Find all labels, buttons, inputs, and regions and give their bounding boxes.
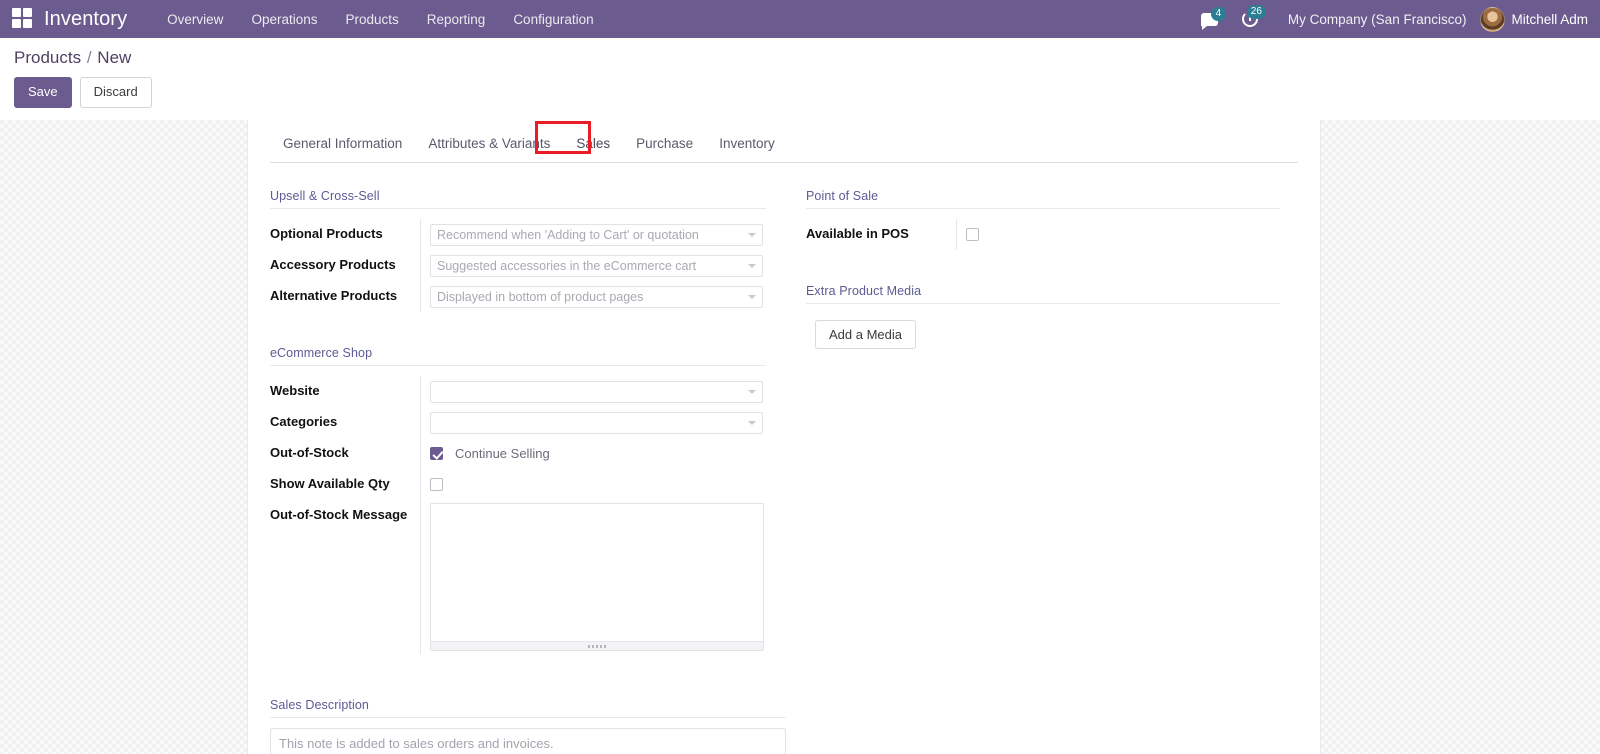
chevron-down-icon [748, 389, 756, 394]
field-show-available-qty: Show Available Qty [270, 469, 766, 500]
tab-inventory[interactable]: Inventory [706, 126, 788, 163]
website-select[interactable] [430, 380, 763, 403]
form-left-column: Upsell & Cross-Sell Optional Products Re… [270, 189, 784, 654]
navbar-right-tools: 4 26 My Company (San Francisco) Mitchell… [1189, 5, 1590, 32]
company-switcher[interactable]: My Company (San Francisco) [1270, 12, 1481, 27]
group-title-ecommerce: eCommerce Shop [270, 346, 766, 366]
apps-grid-square [23, 19, 32, 28]
optional-products-placeholder: Recommend when 'Adding to Cart' or quota… [437, 227, 699, 242]
value-optional-products: Recommend when 'Adding to Cart' or quota… [420, 219, 766, 250]
sales-description-textarea[interactable]: This note is added to sales orders and i… [270, 728, 786, 754]
messages-count-badge: 4 [1210, 6, 1226, 21]
record-actions: Save Discard [14, 77, 1600, 108]
apps-grid-icon[interactable] [12, 8, 34, 30]
value-alternative-products: Displayed in bottom of product pages [420, 281, 766, 312]
tab-general-information[interactable]: General Information [270, 126, 415, 163]
chevron-down-icon [748, 232, 756, 237]
user-menu[interactable]: Mitchell Adm [1480, 6, 1590, 32]
form-right-column: Point of Sale Available in POS Extra Pro… [784, 189, 1298, 654]
field-accessory-products: Accessory Products Suggested accessories… [270, 250, 766, 281]
value-out-of-stock: Continue Selling [420, 438, 766, 469]
form-columns: Upsell & Cross-Sell Optional Products Re… [270, 163, 1298, 654]
group-title-sales-description: Sales Description [270, 698, 786, 718]
control-panel: Products / New Save Discard [0, 38, 1600, 120]
continue-selling-label: Continue Selling [455, 446, 550, 461]
group-title-extra-product-media: Extra Product Media [806, 284, 1280, 304]
available-in-pos-checkbox[interactable] [966, 228, 979, 241]
apps-grid-square [12, 8, 21, 17]
messages-button[interactable]: 4 [1189, 6, 1230, 30]
field-out-of-stock-message: Out-of-Stock Message [270, 500, 766, 654]
label-categories: Categories [270, 414, 338, 429]
discard-button[interactable]: Discard [79, 77, 152, 108]
menu-item-products[interactable]: Products [331, 2, 412, 37]
menu-item-overview[interactable]: Overview [153, 2, 237, 37]
main-menu: Overview Operations Products Reporting C… [153, 2, 607, 37]
user-name-label: Mitchell Adm [1511, 11, 1588, 27]
field-out-of-stock: Out-of-Stock Continue Selling [270, 438, 766, 469]
alternative-products-select[interactable]: Displayed in bottom of product pages [430, 285, 763, 308]
breadcrumb-current: New [97, 48, 132, 67]
breadcrumb-separator: / [86, 48, 92, 67]
breadcrumb-products[interactable]: Products [14, 48, 81, 67]
categories-select[interactable] [430, 411, 763, 434]
field-optional-products: Optional Products Recommend when 'Adding… [270, 219, 766, 250]
label-show-available-qty: Show Available Qty [270, 476, 390, 491]
menu-item-reporting[interactable]: Reporting [413, 2, 500, 37]
label-out-of-stock: Out-of-Stock [270, 445, 349, 460]
label-available-in-pos: Available in POS [806, 226, 909, 241]
field-alternative-products: Alternative Products Displayed in bottom… [270, 281, 766, 312]
save-button[interactable]: Save [14, 77, 72, 108]
chevron-down-icon [748, 294, 756, 299]
add-media-button[interactable]: Add a Media [815, 320, 916, 349]
value-out-of-stock-message [420, 500, 766, 654]
tab-sales[interactable]: Sales [563, 126, 623, 163]
label-out-of-stock-message: Out-of-Stock Message [270, 507, 408, 522]
label-optional-products: Optional Products [270, 226, 383, 241]
group-title-point-of-sale: Point of Sale [806, 189, 1280, 209]
out-of-stock-message-textarea[interactable] [430, 503, 764, 651]
app-brand-title[interactable]: Inventory [44, 8, 127, 31]
group-title-upsell: Upsell & Cross-Sell [270, 189, 766, 209]
accessory-products-select[interactable]: Suggested accessories in the eCommerce c… [430, 254, 763, 277]
breadcrumb: Products / New [14, 48, 1600, 68]
show-available-qty-checkbox[interactable] [430, 478, 443, 491]
optional-products-select[interactable]: Recommend when 'Adding to Cart' or quota… [430, 223, 763, 246]
chevron-down-icon [748, 263, 756, 268]
value-show-available-qty [420, 469, 766, 500]
label-accessory-products: Accessory Products [270, 257, 396, 272]
page-body: General Information Attributes & Variant… [0, 115, 1600, 754]
continue-selling-checkbox[interactable] [430, 447, 443, 460]
value-available-in-pos [956, 219, 1280, 250]
value-accessory-products: Suggested accessories in the eCommerce c… [420, 250, 766, 281]
field-categories: Categories [270, 407, 766, 438]
apps-grid-square [12, 19, 21, 28]
apps-grid-square [23, 8, 32, 17]
form-sheet: General Information Attributes & Variant… [248, 116, 1320, 754]
chevron-down-icon [748, 420, 756, 425]
label-alternative-products: Alternative Products [270, 288, 398, 303]
value-website [420, 376, 766, 407]
field-available-in-pos: Available in POS [806, 219, 1280, 250]
menu-item-configuration[interactable]: Configuration [499, 2, 607, 37]
resize-grip-icon[interactable] [431, 641, 763, 650]
value-categories [420, 407, 766, 438]
top-navbar: Inventory Overview Operations Products R… [0, 0, 1600, 38]
avatar [1480, 6, 1506, 32]
menu-item-operations[interactable]: Operations [237, 2, 331, 37]
sales-description-group: Sales Description This note is added to … [270, 654, 786, 754]
field-website: Website [270, 376, 766, 407]
tab-attributes-variants[interactable]: Attributes & Variants [415, 126, 563, 163]
extra-product-media-actions: Add a Media [806, 314, 1280, 349]
activities-button[interactable]: 26 [1230, 5, 1270, 27]
accessory-products-placeholder: Suggested accessories in the eCommerce c… [437, 258, 697, 273]
form-sheet-wrapper: General Information Attributes & Variant… [248, 116, 1320, 754]
tab-purchase[interactable]: Purchase [623, 126, 706, 163]
notebook-tabs: General Information Attributes & Variant… [270, 116, 1298, 163]
activities-count-badge: 26 [1246, 5, 1266, 19]
label-website: Website [270, 383, 320, 398]
alternative-products-placeholder: Displayed in bottom of product pages [437, 289, 644, 304]
